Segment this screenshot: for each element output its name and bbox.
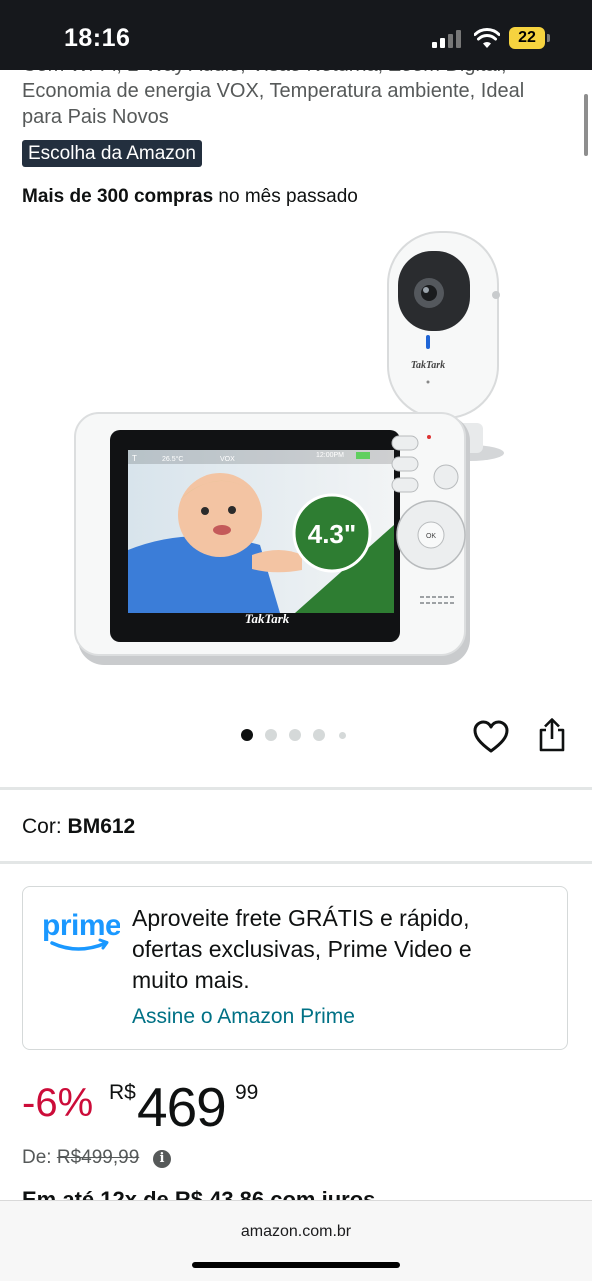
subscribe-prime-link[interactable]: Assine o Amazon Prime — [132, 1005, 355, 1029]
amazon-choice-badge[interactable]: Escolha da Amazon — [22, 140, 202, 167]
product-title-line: Economia de energia VOX, Temperatura amb… — [22, 80, 525, 102]
list-price: De: R$499,99 — [22, 1147, 139, 1169]
prime-promo-card[interactable]: prime Aproveite frete GRÁTIS e rápido, o… — [22, 886, 568, 1050]
product-title-line: para Pais Novos — [22, 106, 169, 128]
prime-text-line: ofertas exclusivas, Prime Video e — [132, 936, 472, 962]
prime-text-line: Aproveite frete GRÁTIS e rápido, — [132, 905, 470, 931]
list-price-label: De: — [22, 1147, 52, 1168]
url-text[interactable]: amazon.com.br — [0, 1223, 592, 1241]
wifi-icon — [474, 28, 500, 48]
screen-clock-text: 12:00PM — [316, 452, 344, 459]
list-price-value: R$499,99 — [56, 1147, 140, 1168]
carousel-dot[interactable] — [265, 729, 277, 741]
prime-text-line: muito mais. — [132, 967, 250, 993]
carousel-dot[interactable] — [339, 732, 346, 739]
prime-description: Aproveite frete GRÁTIS e rápido, ofertas… — [132, 903, 552, 996]
info-icon[interactable]: i — [153, 1150, 171, 1168]
carousel-dot[interactable] — [289, 729, 301, 741]
monitor-brand-text: TakTark — [245, 611, 290, 626]
battery-cap — [547, 34, 550, 42]
heart-icon[interactable] — [472, 719, 510, 755]
prime-logo-text: prime — [42, 909, 120, 942]
ok-button-text: OK — [426, 533, 436, 540]
price-cents: 99 — [235, 1081, 259, 1104]
status-time: 18:16 — [64, 24, 131, 52]
discount-percentage: -6% — [22, 1081, 94, 1125]
battery-icon: 22 — [509, 27, 545, 49]
price-whole: 469 — [137, 1076, 227, 1138]
camera-brand-text: TakTark — [411, 360, 445, 371]
browser-address-bar[interactable]: amazon.com.br — [0, 1200, 592, 1281]
color-value: BM612 — [67, 815, 136, 838]
share-icon[interactable] — [536, 717, 568, 753]
status-bar: 18:16 22 — [0, 0, 592, 70]
home-indicator[interactable] — [192, 1262, 400, 1268]
screen-signal-text: T — [132, 454, 137, 463]
screen-vox-text: VOX — [220, 456, 235, 463]
screen-temp-text: 26.5°C — [162, 455, 183, 463]
carousel-dot[interactable] — [241, 729, 253, 741]
divider — [0, 861, 592, 864]
prime-logo-icon: prime — [42, 909, 120, 951]
color-label: Cor: — [22, 815, 62, 838]
product-image[interactable]: TakTark 4.3" T 26.5°C VOX 12:00PM TakTar… — [70, 225, 530, 680]
purchase-count-bold: Mais de 300 compras — [22, 186, 214, 207]
divider — [0, 787, 592, 790]
screen-size-text: 4.3" — [308, 519, 356, 549]
price-currency: R$ — [109, 1081, 136, 1104]
carousel-dot[interactable] — [313, 729, 325, 741]
purchase-count: Mais de 300 compras no mês passado — [22, 186, 358, 208]
color-variant-row[interactable]: Cor: BM612 — [22, 815, 135, 839]
purchase-count-rest: no mês passado — [213, 186, 358, 207]
scrollbar[interactable] — [584, 94, 588, 156]
cellular-signal-icon — [432, 30, 462, 48]
